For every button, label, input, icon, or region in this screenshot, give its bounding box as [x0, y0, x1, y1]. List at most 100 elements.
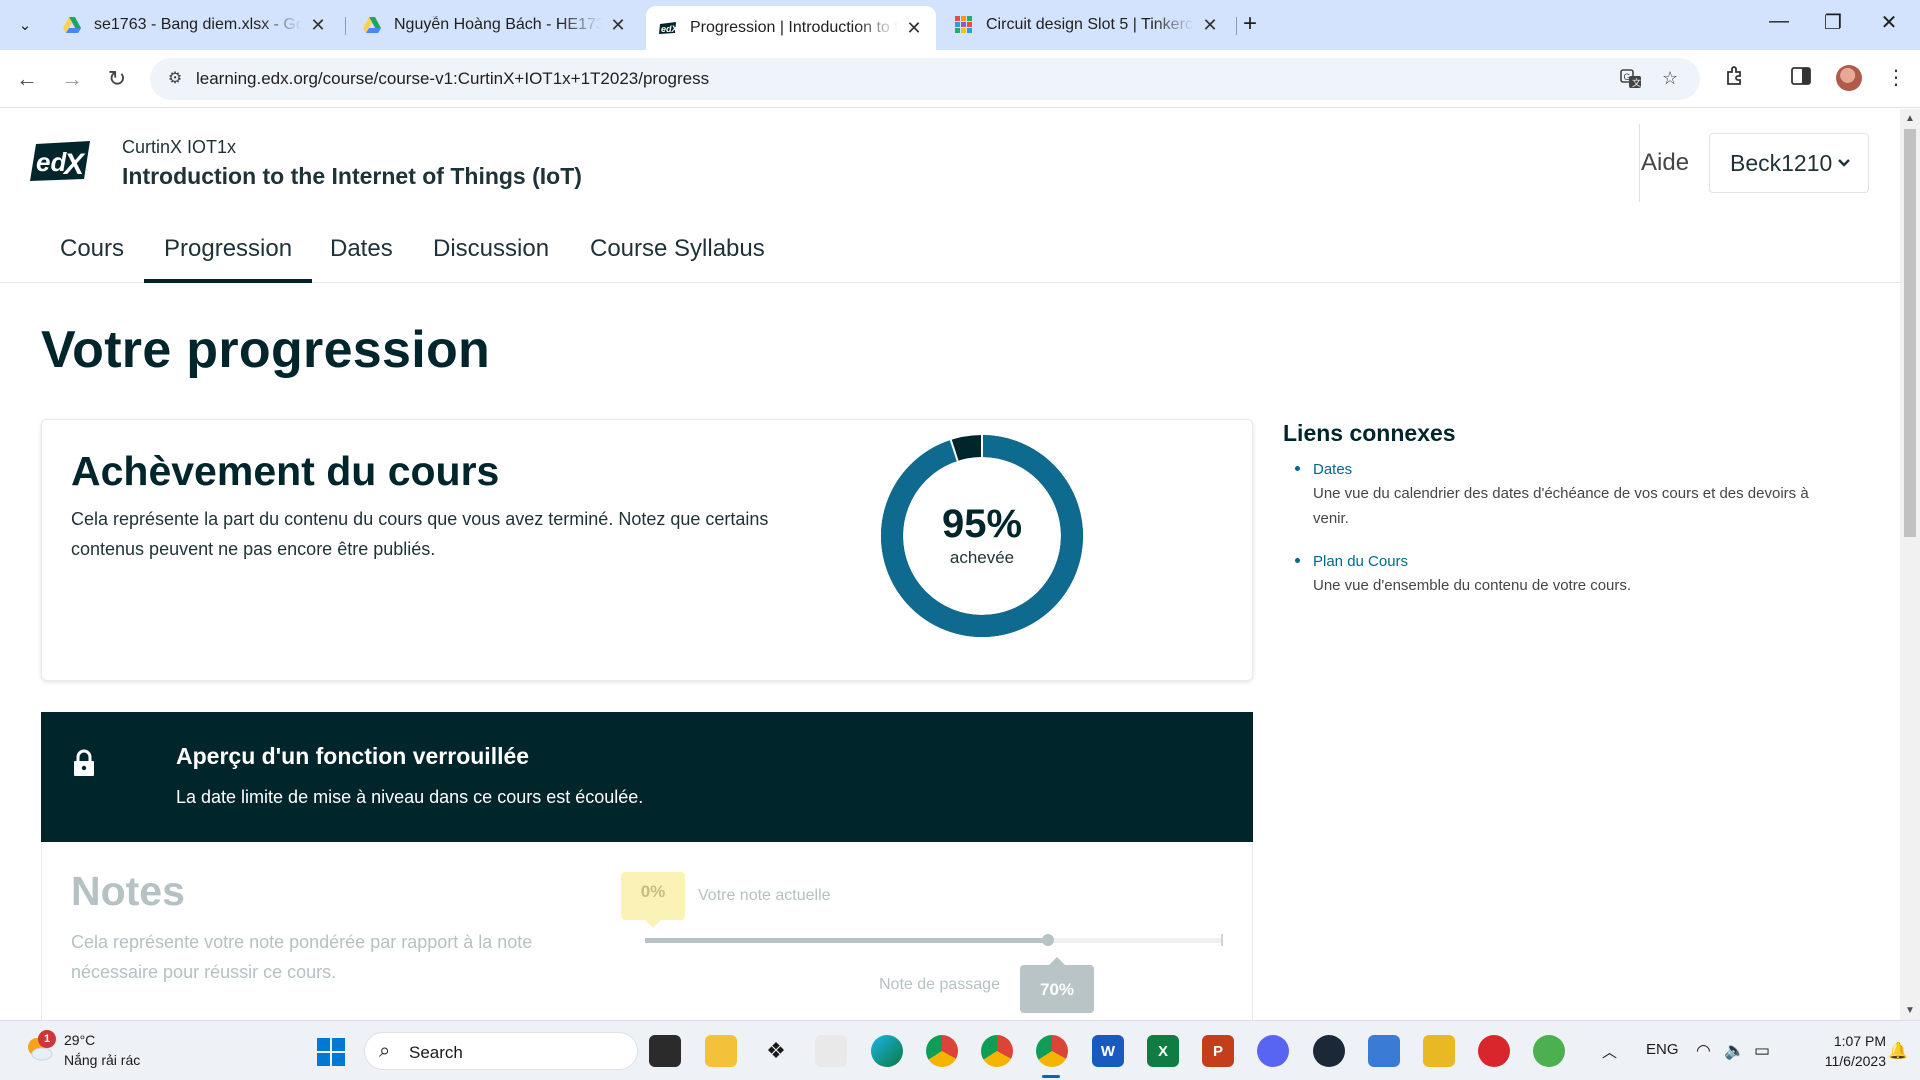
- weather-temperature[interactable]: 29°C: [64, 1032, 95, 1048]
- completion-percent: 95%: [941, 502, 1023, 546]
- grades-section: Notes Cela représente votre note pondéré…: [41, 842, 1253, 1020]
- browser-tab-2[interactable]: Nguyễn Hoàng Bách - HE173307 ✕: [350, 6, 640, 44]
- forward-button[interactable]: →: [57, 65, 87, 95]
- discord-icon[interactable]: [1257, 1035, 1289, 1067]
- task-view-icon[interactable]: [649, 1035, 681, 1067]
- chrome-menu-icon[interactable]: ⋮: [1886, 65, 1906, 90]
- related-link-course-outline[interactable]: Plan du Cours: [1313, 551, 1843, 573]
- tab-progression[interactable]: Progression: [144, 229, 313, 283]
- profile-avatar[interactable]: [1836, 65, 1862, 91]
- system-clock[interactable]: 1:07 PM 11/6/2023: [1796, 1031, 1886, 1071]
- weather-description[interactable]: Nắng rải rác: [64, 1052, 140, 1068]
- taskbar-search[interactable]: ⌕ Search: [364, 1032, 638, 1070]
- current-grade-caption: Votre note actuelle: [698, 887, 831, 904]
- related-link-dates[interactable]: Dates: [1313, 459, 1843, 481]
- tab-search-dropdown-icon[interactable]: ⌄: [10, 11, 40, 39]
- tab-dates[interactable]: Dates: [330, 229, 393, 283]
- username: Beck1210: [1730, 149, 1833, 176]
- chrome-active-icon[interactable]: [1036, 1035, 1068, 1067]
- url-text[interactable]: learning.edx.org/course/course-v1:Curtin…: [196, 69, 709, 89]
- green-app-icon[interactable]: [1533, 1035, 1565, 1067]
- tab-title: Circuit design Slot 5 | Tinkercad: [986, 16, 1194, 33]
- close-tab-icon[interactable]: ✕: [608, 15, 628, 36]
- scroll-down-icon[interactable]: ▼: [1905, 1005, 1915, 1016]
- browser-tab-1[interactable]: se1763 - Bang diem.xlsx - Google Drive ✕: [50, 6, 340, 44]
- minimize-button[interactable]: —: [1764, 10, 1794, 33]
- locked-subtitle: La date limite de mise à niveau dans ce …: [176, 787, 644, 807]
- side-panel-icon[interactable]: [1790, 65, 1812, 93]
- windows-start-icon[interactable]: [316, 1037, 346, 1067]
- x-app-icon[interactable]: [1423, 1035, 1455, 1067]
- cube-app-icon[interactable]: [1368, 1035, 1400, 1067]
- tray-overflow-chevron-icon[interactable]: ︿: [1602, 1041, 1617, 1062]
- bookmark-star-icon[interactable]: ☆: [1662, 68, 1678, 89]
- tab-discussion[interactable]: Discussion: [433, 229, 549, 283]
- passing-grade-badge: 70%: [1020, 957, 1094, 1013]
- tinkercad-icon: [954, 15, 974, 35]
- edx-icon: edX: [658, 18, 679, 38]
- tab-title: Progression | Introduction to the Intern…: [690, 19, 898, 36]
- browser-tab-4[interactable]: Circuit design Slot 5 | Tinkercad ✕: [942, 6, 1232, 44]
- battery-icon[interactable]: ▭: [1754, 1041, 1770, 1061]
- edge-icon[interactable]: [871, 1035, 903, 1067]
- course-completion-card: Achèvement du cours Cela représente la p…: [41, 419, 1253, 681]
- lock-icon: [73, 748, 95, 778]
- svg-text:ed: ed: [36, 147, 67, 177]
- locked-title: Aperçu d'un fonction verrouillée: [176, 743, 530, 769]
- page-title: Votre progression: [41, 321, 491, 379]
- powerpoint-icon[interactable]: P: [1202, 1035, 1234, 1067]
- page-scrollbar[interactable]: ▲ ▼: [1900, 109, 1920, 1020]
- close-tab-icon[interactable]: ✕: [308, 15, 328, 36]
- back-button[interactable]: ←: [12, 65, 42, 95]
- translate-icon[interactable]: G文: [1620, 68, 1642, 95]
- help-link[interactable]: Aide: [1641, 149, 1689, 177]
- grade-bar-passing-fill: [645, 938, 1049, 943]
- site-info-icon[interactable]: ⚙: [164, 68, 186, 90]
- header-divider: [1639, 124, 1640, 202]
- clock-time: 1:07 PM: [1833, 1033, 1886, 1049]
- svg-text:X: X: [62, 148, 86, 181]
- related-links: Liens connexes Dates Une vue du calendri…: [1283, 420, 1843, 618]
- tab-course-syllabus[interactable]: Course Syllabus: [590, 229, 765, 283]
- reload-button[interactable]: ↻: [102, 65, 132, 95]
- chrome-profile-icon[interactable]: [926, 1035, 958, 1067]
- related-link-description: Une vue d'ensemble du contenu de votre c…: [1313, 577, 1632, 594]
- address-bar[interactable]: ⚙ learning.edx.org/course/course-v1:Curt…: [150, 58, 1700, 100]
- user-menu-button[interactable]: Beck1210: [1709, 133, 1869, 193]
- tab-separator: [345, 17, 346, 35]
- red-app-icon[interactable]: [1478, 1035, 1510, 1067]
- close-tab-icon[interactable]: ✕: [904, 18, 924, 39]
- maximize-button[interactable]: ❐: [1818, 10, 1848, 35]
- word-icon[interactable]: W: [1092, 1035, 1124, 1067]
- excel-icon[interactable]: X: [1147, 1035, 1179, 1067]
- clock-date: 11/6/2023: [1824, 1053, 1886, 1069]
- notification-bell-icon[interactable]: 🔔: [1888, 1041, 1908, 1061]
- snipping-tool-icon[interactable]: [815, 1035, 847, 1067]
- dropbox-icon[interactable]: ❖: [760, 1035, 792, 1067]
- chrome-profile-icon[interactable]: [981, 1035, 1013, 1067]
- tab-cours[interactable]: Cours: [60, 229, 124, 283]
- completion-caption: achevée: [949, 548, 1015, 567]
- course-title: Introduction to the Internet of Things (…: [122, 163, 582, 189]
- browser-toolbar: ← → ↻ ⚙ learning.edx.org/course/course-v…: [0, 50, 1920, 108]
- close-tab-icon[interactable]: ✕: [1200, 15, 1220, 36]
- search-label: Search: [409, 1043, 463, 1062]
- google-drive-icon: [362, 15, 382, 35]
- close-window-button[interactable]: ✕: [1874, 10, 1904, 35]
- extensions-icon[interactable]: [1724, 65, 1746, 93]
- search-icon: ⌕: [379, 1040, 391, 1062]
- edx-logo[interactable]: ed X: [30, 141, 92, 181]
- passing-grade-caption: Note de passage: [879, 976, 1000, 993]
- scrollbar-thumb[interactable]: [1904, 129, 1916, 537]
- wifi-icon[interactable]: ◠: [1696, 1041, 1711, 1061]
- tab-title: se1763 - Bang diem.xlsx - Google Drive: [94, 16, 302, 33]
- grades-title: Notes: [71, 868, 185, 914]
- steam-icon[interactable]: [1313, 1035, 1345, 1067]
- new-tab-button[interactable]: +: [1243, 12, 1257, 36]
- language-indicator[interactable]: ENG: [1646, 1041, 1679, 1058]
- scroll-up-icon[interactable]: ▲: [1905, 113, 1915, 124]
- completion-title: Achèvement du cours: [71, 448, 500, 494]
- file-explorer-icon[interactable]: [705, 1035, 737, 1067]
- browser-tab-active[interactable]: edX Progression | Introduction to the In…: [646, 6, 936, 50]
- volume-icon[interactable]: 🔈: [1724, 1041, 1745, 1061]
